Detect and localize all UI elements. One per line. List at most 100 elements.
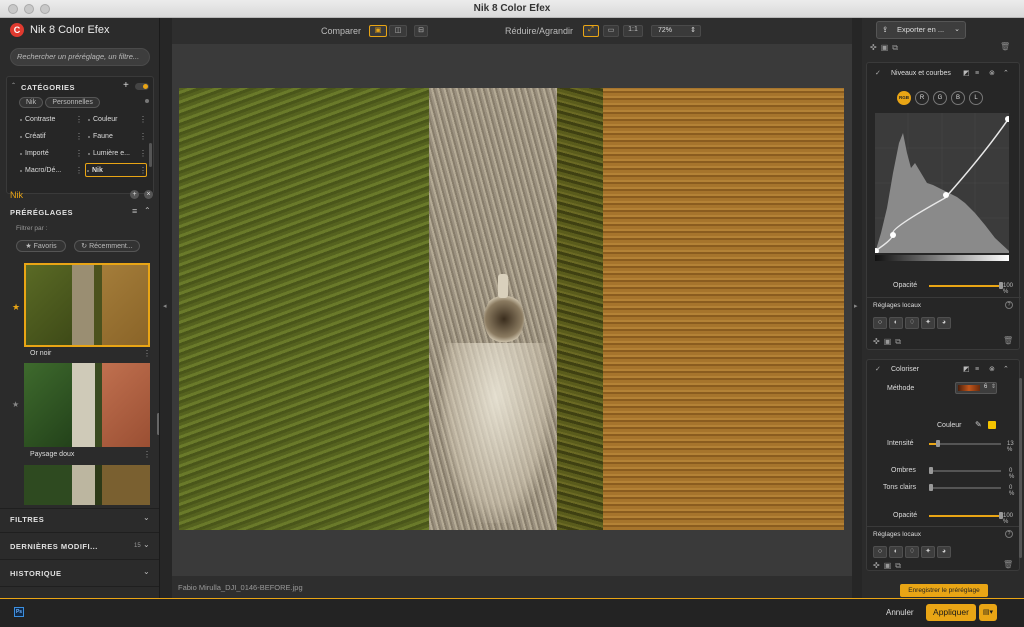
- channel-rgb[interactable]: RGB: [897, 91, 911, 105]
- category-nik[interactable]: Nik: [85, 163, 147, 177]
- color-swatch[interactable]: [988, 421, 996, 429]
- close-icon[interactable]: ⊗: [989, 363, 995, 377]
- compare-vertical-button[interactable]: ⊟: [414, 25, 428, 37]
- categories-scrollbar[interactable]: [149, 143, 152, 167]
- add-preset-icon[interactable]: +: [130, 190, 139, 199]
- lasso-tool-icon[interactable]: ♢: [905, 317, 919, 329]
- checkbox-icon[interactable]: ✓: [875, 67, 881, 81]
- checkbox-icon[interactable]: ✓: [875, 363, 881, 377]
- kebab-icon[interactable]: ⋮: [143, 450, 151, 459]
- chevron-right-icon[interactable]: ▸: [854, 302, 858, 310]
- chevron-up-icon[interactable]: ⌃: [1003, 363, 1009, 377]
- mask-toggle-icon[interactable]: ◩: [963, 363, 970, 377]
- filter-recent-button[interactable]: ↻ Récemment...: [74, 240, 140, 252]
- list-view-icon[interactable]: ≡: [132, 206, 137, 216]
- slider-knob[interactable]: [929, 467, 933, 474]
- section-filters[interactable]: FILTRES: [10, 515, 44, 524]
- compare-split-button[interactable]: ◫: [389, 25, 407, 37]
- kebab-icon[interactable]: ⋮: [139, 166, 147, 175]
- kebab-icon[interactable]: ⋮: [75, 115, 83, 124]
- window-controls[interactable]: [8, 4, 50, 14]
- category-toggle[interactable]: [135, 83, 149, 90]
- section-recent-edits[interactable]: DERNIÈRES MODIFI...: [10, 542, 98, 551]
- kebab-icon[interactable]: ⋮: [75, 149, 83, 158]
- channel-l[interactable]: L: [969, 91, 983, 105]
- left-panel-collapse[interactable]: ◂: [160, 18, 172, 598]
- category-macro[interactable]: Macro/Dé...: [19, 164, 79, 178]
- close-icon[interactable]: ×: [144, 190, 153, 199]
- category-creatif[interactable]: Créatif: [19, 130, 79, 144]
- trash-icon[interactable]: 🗑: [1003, 560, 1013, 569]
- chevron-up-icon[interactable]: ⌃: [144, 206, 151, 215]
- highlights-slider[interactable]: [929, 484, 1001, 491]
- menu-icon[interactable]: ≡: [975, 363, 979, 377]
- search-input[interactable]: Rechercher un préréglage, un filtre...: [10, 48, 150, 66]
- filter-favorites-button[interactable]: ★ Favoris: [16, 240, 66, 252]
- help-icon[interactable]: ?: [1005, 530, 1013, 538]
- control-point-icon[interactable]: ✦: [921, 546, 935, 558]
- intensity-slider[interactable]: [929, 440, 1001, 447]
- colorize-opacity-slider[interactable]: [929, 512, 1003, 519]
- curve-histogram[interactable]: [875, 113, 1009, 253]
- kebab-icon[interactable]: ⋮: [139, 149, 147, 158]
- filter-actions[interactable]: ✜▣⧉: [873, 337, 905, 347]
- eyedropper-icon[interactable]: ✎: [975, 420, 982, 429]
- minimize-dot[interactable]: [24, 4, 34, 14]
- fill-view-button[interactable]: ▭: [603, 25, 619, 37]
- channel-b[interactable]: B: [951, 91, 965, 105]
- close-icon[interactable]: ⊗: [989, 67, 995, 81]
- tab-personal[interactable]: Personnelles: [45, 97, 100, 108]
- chevron-up-icon[interactable]: ⌃: [1003, 67, 1009, 81]
- zoom-select[interactable]: 72% ⇕: [651, 25, 701, 37]
- control-point-icon[interactable]: ✦: [921, 317, 935, 329]
- chevron-left-icon[interactable]: ◂: [163, 302, 167, 310]
- right-scrollbar[interactable]: [1019, 378, 1022, 558]
- lasso-tool-icon[interactable]: ♢: [905, 546, 919, 558]
- kebab-icon[interactable]: ⋮: [143, 349, 151, 358]
- help-icon[interactable]: ?: [1005, 301, 1013, 309]
- mask-toggle-icon[interactable]: ◩: [963, 67, 970, 81]
- add-category-icon[interactable]: +: [123, 80, 129, 91]
- zoom-1-1-button[interactable]: 1:1: [623, 25, 643, 37]
- gradient-tool-icon[interactable]: ◐: [889, 546, 903, 558]
- shadows-slider[interactable]: [929, 467, 1001, 474]
- compare-overlay-button[interactable]: ▣: [369, 25, 387, 37]
- preset-thumbnail-next[interactable]: [24, 465, 150, 505]
- cancel-button[interactable]: Annuler: [886, 608, 914, 617]
- category-couleur[interactable]: Couleur: [87, 113, 147, 127]
- save-preset-button[interactable]: Enregistrer le préréglage: [900, 584, 988, 597]
- zoom-dot[interactable]: [40, 4, 50, 14]
- filter-actions-top[interactable]: ✜▣⧉: [870, 43, 902, 53]
- fit-view-button[interactable]: ⤢: [583, 25, 599, 37]
- trash-icon[interactable]: 🗑: [1003, 336, 1013, 345]
- chevron-down-icon[interactable]: ⌄: [950, 21, 964, 39]
- kebab-icon[interactable]: ⋮: [75, 166, 83, 175]
- filter-actions[interactable]: ✜▣⧉: [873, 561, 905, 571]
- method-select[interactable]: 6 ⇕: [955, 382, 997, 394]
- favorite-star-icon[interactable]: ★: [12, 302, 20, 313]
- section-history[interactable]: HISTORIQUE: [10, 569, 62, 578]
- chevron-down-icon[interactable]: ⌄: [143, 540, 150, 549]
- category-contraste[interactable]: Contraste: [19, 113, 79, 127]
- ellipse-tool-icon[interactable]: ○: [873, 317, 887, 329]
- preset-thumbnail-or-noir[interactable]: [24, 263, 150, 347]
- tab-nik[interactable]: Nik: [19, 97, 44, 108]
- gradient-tool-icon[interactable]: ◐: [889, 317, 903, 329]
- category-faune[interactable]: Faune: [87, 130, 147, 144]
- category-importe[interactable]: Importé: [19, 147, 79, 161]
- right-panel-collapse[interactable]: ▸: [852, 18, 862, 598]
- ellipse-tool-icon[interactable]: ○: [873, 546, 887, 558]
- luminosity-mask-icon[interactable]: ◕: [937, 317, 951, 329]
- kebab-icon[interactable]: ⋮: [139, 115, 147, 124]
- apply-options-button[interactable]: ▤▾: [979, 604, 997, 621]
- chevron-down-icon[interactable]: ⌄: [143, 513, 150, 522]
- channel-r[interactable]: R: [915, 91, 929, 105]
- category-lumiere[interactable]: Lumière e...: [87, 147, 147, 161]
- apply-button[interactable]: Appliquer: [926, 604, 976, 621]
- chevron-up-icon[interactable]: ⌃: [11, 82, 16, 89]
- preview-image[interactable]: [179, 88, 844, 530]
- luminosity-mask-icon[interactable]: ◕: [937, 546, 951, 558]
- slider-knob[interactable]: [929, 484, 933, 491]
- preset-thumbnail-paysage-doux[interactable]: [24, 363, 150, 447]
- levels-opacity-slider[interactable]: [929, 282, 1003, 289]
